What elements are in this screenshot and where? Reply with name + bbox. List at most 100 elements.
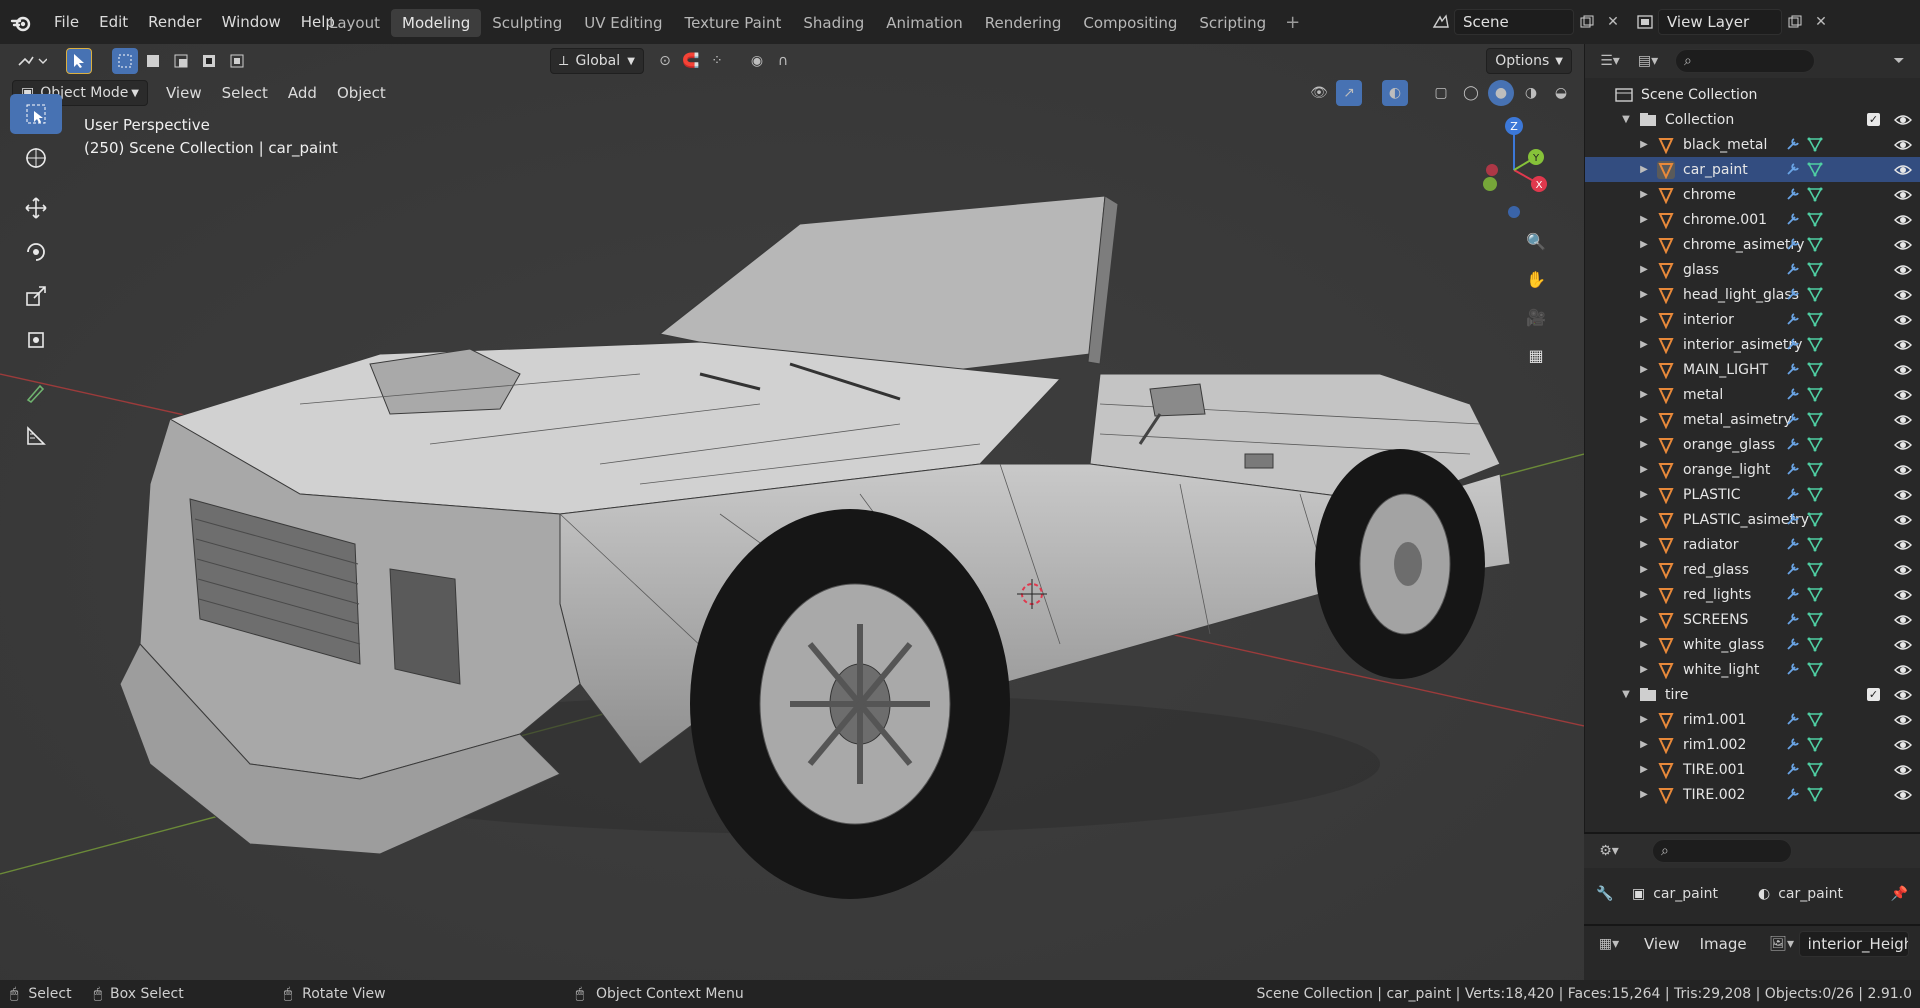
tab-compositing[interactable]: Compositing [1072,9,1188,37]
properties-editor-type-icon[interactable]: ⚙▾ [1592,838,1626,864]
modifier-wrench-icon[interactable] [1785,786,1801,802]
mesh-data-icon[interactable] [1807,636,1823,652]
expand-arrow-icon[interactable]: ▶ [1637,589,1651,600]
modifier-wrench-icon[interactable] [1785,561,1801,577]
scene-collection-row[interactable]: Scene Collection [1585,82,1920,107]
menu-file[interactable]: File [44,13,89,31]
modifier-wrench-icon[interactable] [1785,386,1801,402]
scene-icon[interactable] [1428,9,1454,35]
filter-icon[interactable]: ⏷ [1886,48,1912,74]
expand-arrow-icon[interactable]: ▶ [1637,214,1651,225]
visibility-eye-icon[interactable] [1894,536,1912,554]
object-row[interactable]: ▶ metal_asimetry [1585,407,1920,432]
object-row[interactable]: ▶ TIRE.001 [1585,757,1920,782]
object-row[interactable]: ▶ MAIN_LIGHT [1585,357,1920,382]
modifier-wrench-icon[interactable] [1785,311,1801,327]
select-tool-icon[interactable] [66,48,92,74]
modifier-wrench-icon[interactable] [1785,611,1801,627]
collection-row[interactable]: ▼ Collection ✓ [1585,107,1920,132]
mesh-data-icon[interactable] [1807,536,1823,552]
expand-arrow-icon[interactable]: ▶ [1637,364,1651,375]
modifier-wrench-icon[interactable] [1785,436,1801,452]
overlays-toggle-icon[interactable]: ◐ [1382,80,1408,106]
display-mode-icon[interactable]: ▤▾ [1631,48,1665,74]
visibility-eye-icon[interactable] [1894,736,1912,754]
expand-arrow-icon[interactable]: ▶ [1637,539,1651,550]
scale-tool-icon[interactable] [10,276,62,316]
collection-enable-checkbox[interactable]: ✓ [1867,113,1880,126]
duplicate-scene-icon[interactable] [1574,9,1600,35]
viewport-menu-select[interactable]: Select [212,84,278,102]
expand-arrow-icon[interactable]: ▶ [1637,789,1651,800]
tab-animation[interactable]: Animation [875,9,973,37]
object-row[interactable]: ▶ rim1.002 [1585,732,1920,757]
image-name-field[interactable]: interior_Height.p [1798,931,1909,957]
collection-row[interactable]: ▼ tire ✓ [1585,682,1920,707]
mesh-data-icon[interactable] [1807,186,1823,202]
rotate-tool-icon[interactable] [10,232,62,272]
expand-arrow-icon[interactable]: ▼ [1619,689,1633,700]
pivot-point-icon[interactable]: ⊙ [652,48,678,74]
expand-arrow-icon[interactable]: ▶ [1637,739,1651,750]
mesh-data-icon[interactable] [1807,761,1823,777]
tool-properties-icon[interactable]: 🔧 [1592,881,1618,907]
expand-arrow-icon[interactable]: ▶ [1637,139,1651,150]
pan-hand-icon[interactable]: ✋ [1519,262,1553,296]
visibility-icon[interactable]: 👁 [1306,80,1332,106]
properties-search-input[interactable]: ⌕ [1652,839,1792,863]
rear-wheel[interactable] [1315,449,1485,679]
move-tool-icon[interactable] [10,188,62,228]
expand-arrow-icon[interactable]: ▶ [1637,714,1651,725]
mesh-data-icon[interactable] [1807,611,1823,627]
select-new-icon[interactable] [112,48,138,74]
visibility-eye-icon[interactable] [1894,611,1912,629]
wireframe-shading-icon[interactable]: ◯ [1458,80,1484,106]
select-box-tool-icon[interactable] [10,94,62,134]
object-row[interactable]: ▶ PLASTIC [1585,482,1920,507]
modifier-wrench-icon[interactable] [1785,286,1801,302]
modifier-wrench-icon[interactable] [1785,736,1801,752]
modifier-wrench-icon[interactable] [1785,136,1801,152]
modifier-wrench-icon[interactable] [1785,411,1801,427]
object-row[interactable]: ▶ chrome.001 [1585,207,1920,232]
mesh-data-icon[interactable] [1807,236,1823,252]
object-row[interactable]: ▶ orange_light [1585,457,1920,482]
transform-tool-icon[interactable] [10,320,62,360]
object-row[interactable]: ▶ white_glass [1585,632,1920,657]
modifier-wrench-icon[interactable] [1785,536,1801,552]
expand-arrow-icon[interactable]: ▶ [1637,514,1651,525]
tab-shading[interactable]: Shading [792,9,875,37]
tab-rendering[interactable]: Rendering [974,9,1073,37]
expand-arrow-icon[interactable]: ▶ [1637,564,1651,575]
view-layer-field[interactable]: View Layer [1658,9,1782,35]
object-row[interactable]: ▶ black_metal [1585,132,1920,157]
tab-scripting[interactable]: Scripting [1188,9,1277,37]
modifier-wrench-icon[interactable] [1785,461,1801,477]
camera-view-icon[interactable]: 🎥 [1519,300,1553,334]
object-row[interactable]: ▶ head_light_glass [1585,282,1920,307]
rendered-shading-icon[interactable]: ◒ [1548,80,1574,106]
pin-icon[interactable]: 📌 [1891,886,1908,902]
mesh-data-icon[interactable] [1807,461,1823,477]
object-row[interactable]: ▶ TIRE.002 [1585,782,1920,807]
visibility-eye-icon[interactable] [1894,136,1912,154]
modifier-wrench-icon[interactable] [1785,586,1801,602]
visibility-eye-icon[interactable] [1894,486,1912,504]
visibility-eye-icon[interactable] [1894,236,1912,254]
expand-arrow-icon[interactable]: ▶ [1637,639,1651,650]
falloff-icon[interactable]: ∩ [770,48,796,74]
expand-arrow-icon[interactable]: ▶ [1637,664,1651,675]
image-editor-type-icon[interactable]: ▦▾ [1592,931,1626,957]
ortho-grid-icon[interactable]: ▦ [1519,338,1553,372]
object-row[interactable]: ▶ chrome_asimetry [1585,232,1920,257]
mesh-data-icon[interactable] [1807,561,1823,577]
close-view-layer-icon[interactable]: ✕ [1808,9,1834,35]
visibility-eye-icon[interactable] [1894,311,1912,329]
expand-arrow-icon[interactable]: ▶ [1637,339,1651,350]
xray-toggle-icon[interactable]: ▢ [1428,80,1454,106]
mesh-data-icon[interactable] [1807,361,1823,377]
visibility-eye-icon[interactable] [1894,561,1912,579]
modifier-wrench-icon[interactable] [1785,636,1801,652]
object-row[interactable]: ▶ chrome [1585,182,1920,207]
object-row[interactable]: ▶ SCREENS [1585,607,1920,632]
